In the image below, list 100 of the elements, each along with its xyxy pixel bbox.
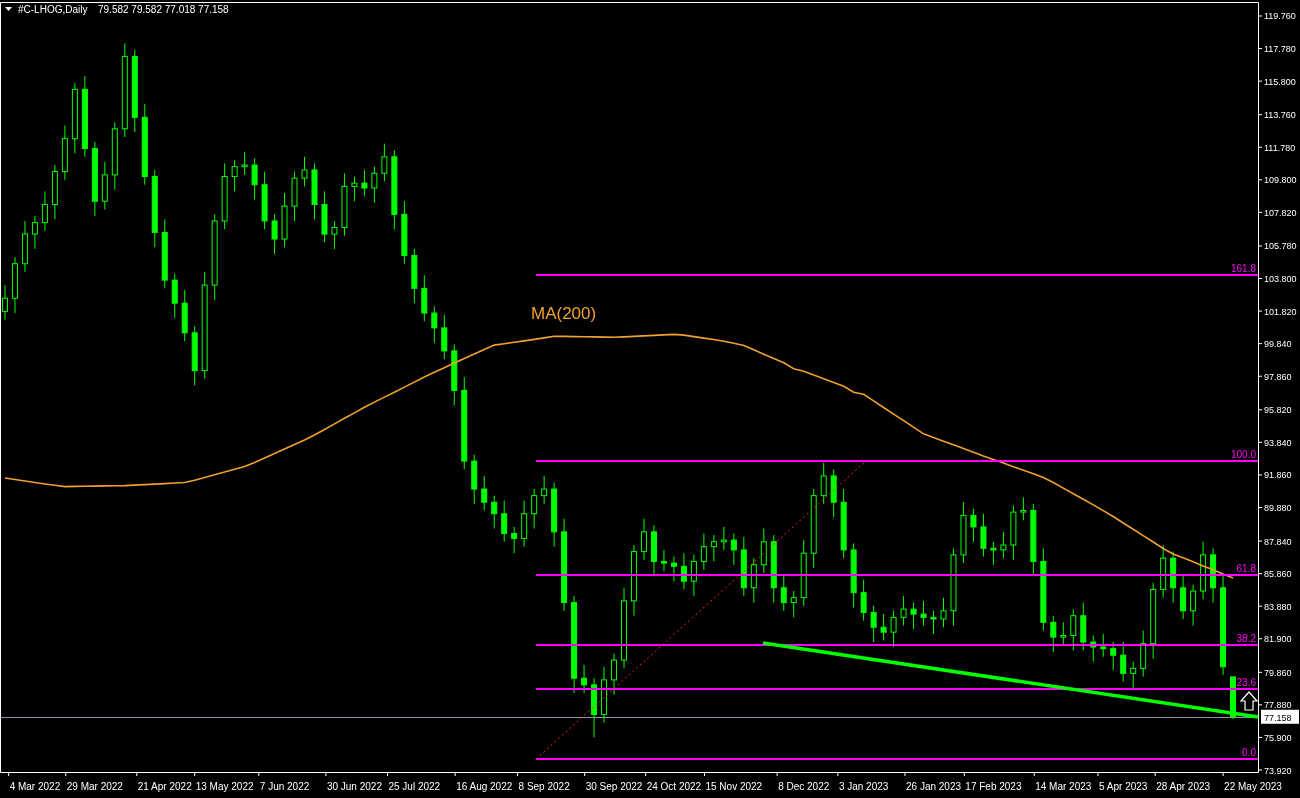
price-axis-label: 97.860 [1264,371,1292,382]
candlestick [331,220,338,250]
price-axis-label: 79.860 [1264,667,1292,678]
candlestick [1190,583,1197,627]
candlestick [900,595,907,627]
axis-tick [1258,211,1263,213]
fib-level-label: 38.2 [1236,633,1256,644]
price-axis-label: 103.800 [1264,274,1297,284]
time-axis-label: 24 Oct 2022 [646,781,702,792]
chart-symbol: #C-LHOG,Daily [18,4,88,15]
price-axis-label: 89.880 [1264,503,1292,513]
price-axis-label: 87.840 [1264,536,1292,547]
candlestick [890,610,897,648]
fib-level-label: 100.0 [1230,449,1256,460]
axis-tick [1258,605,1263,607]
candlestick [271,213,278,255]
axis-tick [1258,638,1263,640]
price-axis-label: 109.800 [1264,175,1297,186]
axis-tick [1258,769,1263,771]
price-axis-label: 99.840 [1264,339,1292,350]
axis-tick [1258,704,1263,706]
candlestick [1180,574,1187,620]
axis-tick [387,771,388,777]
axis-tick [1258,375,1263,377]
candlestick [700,532,707,571]
axis-tick [1258,146,1263,148]
price-axis-label: 113.760 [1264,110,1296,121]
price-axis-label: 73.920 [1264,765,1292,776]
price-axis-label: 83.880 [1264,601,1292,612]
candlestick [171,273,178,319]
candlestick [670,556,677,582]
time-axis-label: 16 Aug 2022 [456,781,513,792]
axis-tick [837,771,839,777]
axis-tick [1258,48,1263,50]
candlestick [431,305,438,344]
axis-tick [517,771,519,777]
candlestick [371,166,378,204]
price-axis-label: 85.860 [1264,569,1292,580]
axis-tick [1258,540,1263,542]
price-axis-label: 105.780 [1264,241,1297,252]
time-axis-label: 26 Jan 2023 [906,781,962,792]
candlestick [970,508,977,543]
candlestick [720,526,727,551]
time-axis-label: 4 Mar 2022 [9,781,61,792]
candlestick [690,554,697,597]
axis-tick [136,771,138,777]
time-axis-label: 22 May 2023 [1224,781,1282,792]
time-axis-label: 14 Mar 2023 [1035,781,1092,792]
fib-level-label: 0.0 [1242,747,1256,758]
axis-tick [1258,671,1263,673]
candlestick [1110,641,1117,671]
axis-tick [8,771,10,777]
candlestick [780,574,787,612]
axis-tick [1258,441,1263,443]
axis-tick [1097,771,1099,777]
axis-tick [1222,771,1224,777]
axis-tick [1258,409,1263,411]
axis-tick [1258,80,1263,82]
dropdown-triangle-icon[interactable] [5,7,12,11]
candlestick [491,495,498,530]
price-axis-label: 77.880 [1264,700,1292,711]
axis-tick [703,771,705,777]
time-axis-label: 25 Jul 2022 [388,781,441,792]
time-axis-label: 17 Feb 2023 [965,781,1022,792]
time-axis-label: 3 Jan 2023 [838,781,889,792]
ohlc-values: 79.582 79.582 77.018 77.158 [98,4,229,15]
axis-tick [1033,771,1035,777]
up-arrow-icon [1239,691,1259,711]
candlestick [920,600,927,627]
axis-tick [1258,114,1263,116]
candlestick [1000,531,1007,559]
axis-tick [963,771,965,777]
time-axis-label: 30 Jun 2022 [326,781,382,792]
axis-tick [584,771,586,777]
price-axis-label: 119.760 [1264,11,1296,22]
time-axis-label: 15 Nov 2022 [705,781,763,792]
candlestick [660,549,667,572]
time-axis-label: 30 Sep 2022 [585,781,643,792]
axis-tick [1258,278,1263,279]
time-axis-label: 8 Sep 2022 [518,781,570,792]
axis-tick [1258,310,1263,312]
candlestick [541,475,548,505]
candlestick [1130,661,1137,689]
fib-level-label: 61.8 [1236,563,1256,574]
axis-tick [1258,573,1263,575]
axis-tick [1258,474,1263,476]
axis-tick [325,771,327,777]
candlestick [511,526,518,554]
candlestick [1070,608,1077,651]
candlestick [820,462,827,505]
indicator-label: MA(200) [531,304,597,323]
candlestick [481,475,488,511]
candlestick [870,605,877,643]
candlestick [790,590,797,618]
candlestick [361,169,368,197]
candlestick [640,518,647,561]
time-axis-label: 28 Apr 2023 [1156,781,1211,792]
axis-tick [1258,736,1263,738]
axis-tick [1258,343,1263,345]
axis-tick [454,771,456,777]
